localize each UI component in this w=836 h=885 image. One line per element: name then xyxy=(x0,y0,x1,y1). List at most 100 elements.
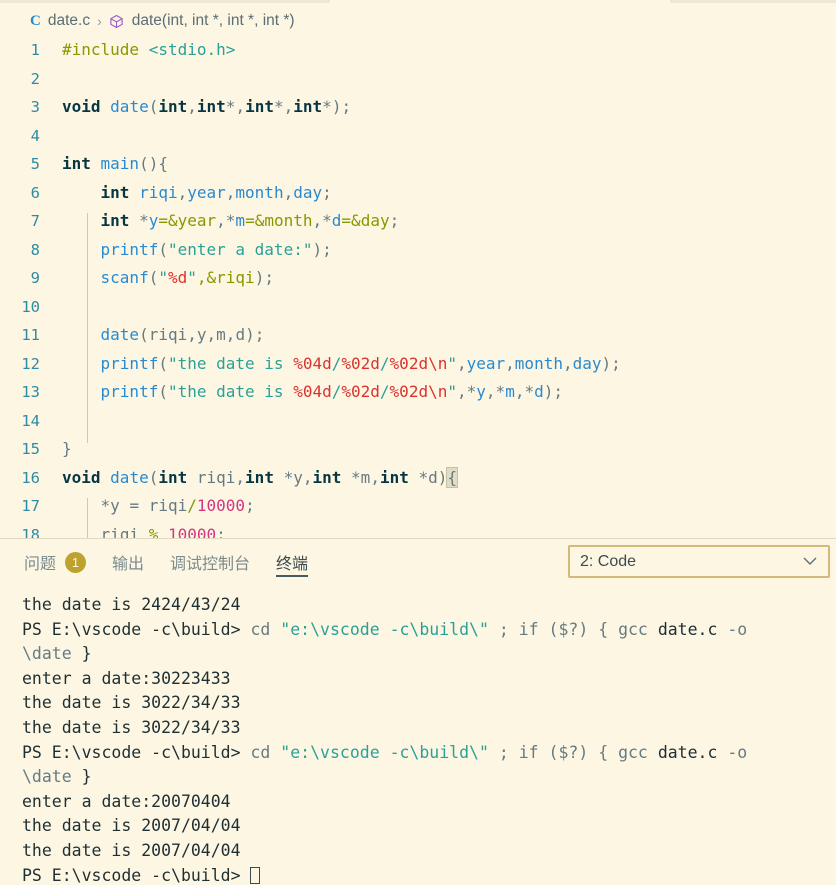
code-line[interactable]: 1 #include <stdio.h> xyxy=(0,36,836,65)
line-number: 7 xyxy=(30,212,40,230)
code-line[interactable]: 11 date(riqi,y,m,d); xyxy=(0,321,836,350)
code-token: %02d xyxy=(341,353,380,373)
code-token: , xyxy=(370,467,380,487)
code-line[interactable]: 15} xyxy=(0,435,836,464)
code-token: ( xyxy=(158,239,168,259)
code-line-text: printf("the date is %04d/%02d/%02d\n",ye… xyxy=(62,350,621,379)
code-token: y xyxy=(148,211,159,230)
code-line[interactable]: 12 printf("the date is %04d/%02d/%02d\n"… xyxy=(0,350,836,379)
code-token: ( xyxy=(158,382,168,401)
code-token: day xyxy=(360,211,390,230)
line-number: 14 xyxy=(21,411,40,430)
code-line[interactable]: 18 riqi % 10000; xyxy=(0,521,836,539)
code-token: <stdio.h> xyxy=(148,40,236,59)
code-line-text: void date(int riqi,int *y,int *m,int *d)… xyxy=(62,464,459,493)
terminal-output[interactable]: the date is 2424/43/24 PS E:\vscode -c\bu… xyxy=(0,585,836,885)
code-token: int xyxy=(245,467,284,487)
terminal-text: } xyxy=(81,644,92,664)
code-token: % xyxy=(148,524,159,539)
code-token: * xyxy=(139,211,149,230)
code-line[interactable]: 8 printf("enter a date:"); xyxy=(0,236,836,265)
code-editor[interactable]: 1 #include <stdio.h> 2 3 void date(int,int*,… xyxy=(0,36,836,538)
code-line[interactable]: 7 int *y=&year,*m=&month,*d=&day; xyxy=(0,207,836,236)
code-token: date xyxy=(110,467,149,487)
panel-tab-label: 终端 xyxy=(276,554,309,573)
terminal-selector-value: 2: Code xyxy=(580,552,637,570)
code-token: " xyxy=(447,353,457,373)
code-line[interactable]: 5 int main(){ xyxy=(0,150,836,179)
code-token: ); xyxy=(331,97,352,116)
line-number: 12 xyxy=(21,354,40,373)
code-token: %d xyxy=(167,268,188,287)
code-token: day xyxy=(572,353,602,373)
terminal-line: PS E:\vscode -c\build> cd "e:\vscode -c\… xyxy=(22,618,836,643)
line-number: 5 xyxy=(30,155,40,173)
terminal-text: PS E:\vscode -c\build> xyxy=(22,619,251,639)
line-number: 15 xyxy=(21,440,40,458)
code-token: %02d xyxy=(341,382,380,401)
code-token: , xyxy=(187,97,197,116)
terminal-line: \date } xyxy=(22,642,836,667)
panel-tab-0[interactable]: 问题 1 xyxy=(24,539,87,585)
code-token: , xyxy=(177,182,188,202)
code-token: " xyxy=(187,268,197,287)
code-token: * xyxy=(322,211,332,230)
code-token: \n xyxy=(428,382,448,401)
code-token: printf xyxy=(100,382,159,401)
code-token: , xyxy=(456,382,467,401)
panel-tab-3[interactable]: 终端 xyxy=(276,539,309,585)
code-token: int xyxy=(100,211,140,230)
panel-tab-1[interactable]: 输出 xyxy=(112,539,144,585)
code-line[interactable]: 6 int riqi,year,month,day; xyxy=(0,179,836,208)
code-token: %04d xyxy=(293,382,332,401)
code-line[interactable]: 2 xyxy=(0,65,836,94)
code-line[interactable]: 13 printf("the date is %04d/%02d/%02d\n"… xyxy=(0,378,836,407)
code-token: %02d xyxy=(389,382,429,401)
code-line[interactable]: 10 xyxy=(0,293,836,322)
breadcrumb-file[interactable]: date.c xyxy=(48,12,90,30)
code-token: * xyxy=(273,97,284,116)
code-token: y xyxy=(293,467,303,487)
line-number: 8 xyxy=(30,240,40,259)
code-token: m xyxy=(216,325,226,344)
terminal-text: the date is 2007/04/04 xyxy=(22,816,241,836)
language-badge-c: C xyxy=(30,12,41,29)
code-line[interactable]: 9 scanf("%d",&riqi); xyxy=(0,264,836,293)
code-token: , xyxy=(216,211,226,230)
code-token: , xyxy=(456,353,467,373)
breadcrumb-symbol[interactable]: date(int, int *, int *, int *) xyxy=(132,12,295,30)
code-token: int xyxy=(196,97,226,116)
code-line[interactable]: 3 void date(int,int*,int*,int*); xyxy=(0,93,836,122)
chevron-down-icon xyxy=(802,553,818,571)
code-token: / xyxy=(331,353,342,373)
code-token: y xyxy=(196,325,207,344)
code-line[interactable]: 4 xyxy=(0,122,836,151)
code-token: , xyxy=(206,325,217,344)
panel-tab-label: 输出 xyxy=(112,554,145,573)
code-line[interactable]: 14 xyxy=(0,407,836,436)
line-number: 4 xyxy=(30,126,40,145)
breadcrumb-separator: › xyxy=(97,13,102,29)
code-line-text: void date(int,int*,int*,int*); xyxy=(62,93,351,122)
code-token: m xyxy=(360,467,371,487)
code-token: , xyxy=(283,182,294,202)
terminal-text: the date is 3022/34/33 xyxy=(22,717,241,737)
code-token: d xyxy=(428,467,438,487)
panel-tab-2[interactable]: 调试控制台 xyxy=(170,539,250,585)
code-token: m xyxy=(505,382,515,401)
code-token: , xyxy=(283,97,294,116)
terminal-selector-dropdown[interactable]: 2: Code xyxy=(568,545,830,578)
code-token: * xyxy=(225,211,236,230)
terminal-text: cd xyxy=(250,619,281,639)
line-number: 3 xyxy=(30,98,40,116)
code-line[interactable]: 17 *y = riqi/10000; xyxy=(0,492,836,521)
code-line[interactable]: 16 void date(int riqi,int *y,int *m,int *… xyxy=(0,464,836,493)
code-line-text: date(riqi,y,m,d); xyxy=(62,321,265,350)
code-token: d xyxy=(331,211,342,230)
line-number: 9 xyxy=(30,269,40,287)
code-token: ,& xyxy=(196,268,217,287)
code-token: ; xyxy=(389,211,400,230)
